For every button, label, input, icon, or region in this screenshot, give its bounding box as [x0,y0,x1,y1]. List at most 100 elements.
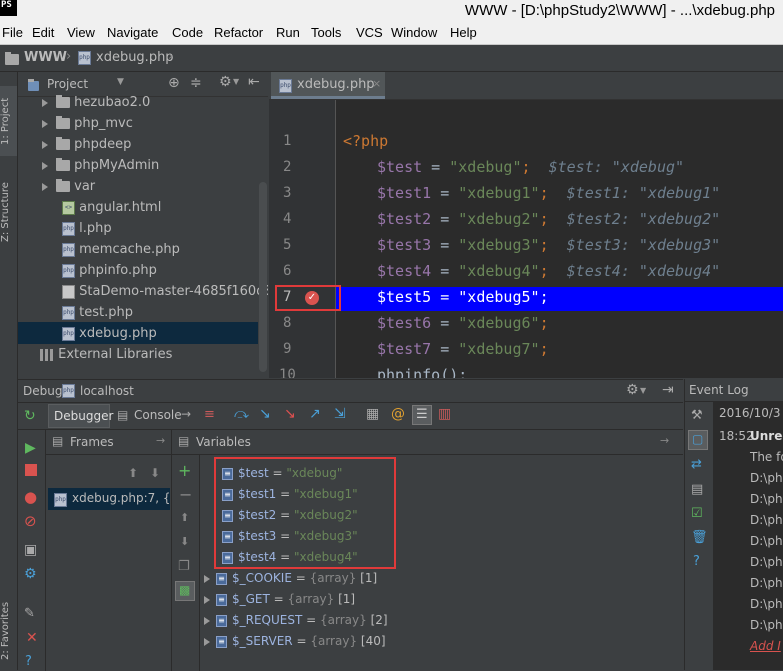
watch-icon[interactable]: @ [391,406,405,422]
tree-folder[interactable]: hezubao2.0 [42,92,150,113]
project-view-selector[interactable]: Project [47,77,88,91]
close-debug-icon[interactable]: ✕ [26,630,38,646]
pin-tab-icon[interactable]: ✎ [24,606,35,621]
mute-breakpoints-icon[interactable]: ⊘ [24,512,37,530]
tree-file[interactable]: StaDemo-master-4685f160d8210 [62,281,268,302]
menu-code[interactable]: Code [172,25,203,40]
tree-folder[interactable]: var [42,176,95,197]
array-row[interactable]: ≡ $_GET = {array} [1] [204,589,355,610]
dropdown-icon[interactable]: ▼ [640,386,646,395]
expand-arrow-icon[interactable] [204,637,210,646]
view-breakpoints-icon[interactable]: ● [24,488,37,506]
close-icon[interactable]: × [372,77,381,90]
tree-file[interactable]: php l.php [62,218,112,239]
menu-run[interactable]: Run [276,25,300,40]
help-icon[interactable]: ? [25,654,32,669]
move-down-icon[interactable]: ⬇ [180,535,189,548]
tree-folder[interactable]: php_mvc [42,113,133,134]
hide-panel-icon[interactable]: ⇥ [662,382,674,398]
checkbox-icon[interactable]: ☑ [691,506,703,521]
frames-icon: ▤ [52,434,64,448]
clipboard-icon[interactable]: ▥ [438,406,451,422]
gear-icon[interactable]: ⚙ [626,382,639,398]
tree-file[interactable]: php phpinfo.php [62,260,157,281]
tab-debugger[interactable]: Debugger [48,404,113,428]
variable-row[interactable]: ≡ $test3 = "xdebug3" [222,526,358,547]
menu-window[interactable]: Window [391,25,437,40]
evaluate-icon[interactable]: ▦ [366,406,379,422]
tree-file[interactable]: php memcache.php [62,239,180,260]
settings-icon[interactable]: ⚒ [691,408,703,423]
rerun-icon[interactable]: ↻ [24,408,36,424]
expand-arrow-icon[interactable] [204,574,210,583]
code-line: $test4 = "xdebug4"; $test4: "xdebug4" [377,262,721,280]
menu-vcs[interactable]: VCS [356,25,383,40]
event-link[interactable]: Add I [750,639,781,653]
array-row[interactable]: ≡ $_REQUEST = {array} [2] [204,610,388,631]
tree-folder[interactable]: phpMyAdmin [42,155,159,176]
tab-console[interactable]: Console [134,408,182,422]
settings-icon[interactable]: ⚙ [24,566,37,582]
soft-wrap-button[interactable]: ▢ [688,430,708,450]
variable-row[interactable]: ≡ $test4 = "xdebug4" [222,547,358,568]
mark-read-icon[interactable]: ▤ [691,482,703,497]
pin-icon[interactable]: → [181,407,191,421]
restore-layout-button[interactable]: ☰ [412,405,432,425]
step-into-icon[interactable]: ↘ [259,406,271,422]
stop-icon[interactable] [25,464,37,476]
menu-view[interactable]: View [67,25,95,40]
expand-arrow-icon[interactable] [204,616,210,625]
array-row[interactable]: ≡ $_COOKIE = {array} [1] [204,568,377,589]
menu-tools[interactable]: Tools [311,25,341,40]
help-icon[interactable]: ? [693,554,700,569]
variable-row[interactable]: ≡ $test2 = "xdebug2" [222,505,358,526]
menu-navigate[interactable]: Navigate [107,25,158,40]
tool-tab-project[interactable]: 1: Project [0,86,17,156]
tool-tab-structure[interactable]: Z: Structure [0,172,17,252]
variable-row[interactable]: ≡ $test1 = "xdebug1" [222,484,358,505]
down-arrow-icon[interactable]: ⬇ [150,466,160,480]
expand-arrow-icon[interactable] [204,595,210,604]
array-row[interactable]: ≡ $_SERVER = {array} [40] [204,631,386,652]
menu-file[interactable]: File [2,25,23,40]
remove-watch-icon[interactable]: − [179,485,192,504]
scroll-to-end-icon[interactable]: ⇄ [691,457,702,472]
debug-session-tab[interactable]: localhost [80,384,134,398]
dropdown-icon[interactable]: ▼ [233,77,239,86]
up-arrow-icon[interactable]: ⬆ [128,466,138,480]
tree-folder[interactable]: phpdeep [42,134,131,155]
step-over-icon[interactable]: ⤼ [234,406,249,422]
resume-icon[interactable]: ▶ [25,440,36,456]
show-execution-point-icon[interactable]: ≡ [204,407,215,422]
pin-icon[interactable]: → [660,434,669,447]
tree-external-libraries[interactable]: External Libraries [40,344,172,365]
tool-tab-favorites[interactable]: 2: Favorites [0,597,17,665]
collapse-icon[interactable]: ≑ [190,75,202,91]
layout-icon[interactable]: ▣ [24,542,37,558]
menu-refactor[interactable]: Refactor [214,25,263,40]
move-up-icon[interactable]: ⬆ [180,511,189,524]
gear-icon[interactable]: ⚙ [219,74,232,90]
run-to-cursor-icon[interactable]: ⇲ [334,406,346,422]
tree-file[interactable]: <> angular.html [62,197,161,218]
frame-row-selected[interactable]: php xdebug.php:7, {m [48,488,170,510]
variable-row[interactable]: ≡ $test = "xdebug" [222,463,342,484]
show-values-inline-button[interactable]: ▩ [175,581,195,601]
add-watch-icon[interactable]: + [178,461,191,480]
tree-file[interactable]: php test.php [62,302,133,323]
tree-file-selected[interactable]: php xdebug.php [62,323,157,344]
target-icon[interactable]: ⊕ [168,75,180,91]
dropdown-icon[interactable]: ▼ [117,77,124,87]
menu-help[interactable]: Help [450,25,477,40]
pin-icon[interactable]: → [156,434,165,447]
breadcrumb-root[interactable]: WWW [24,50,67,65]
tab-xdebug[interactable]: php xdebug.php × [271,72,385,99]
copy-icon[interactable]: ❐ [178,559,190,574]
trash-icon[interactable]: 🗑 [691,530,708,545]
force-step-into-icon[interactable]: ↘ [284,406,296,422]
step-out-icon[interactable]: ↗ [309,406,321,422]
hide-panel-icon[interactable]: ⇤ [248,74,260,90]
menu-edit[interactable]: Edit [32,25,54,40]
breadcrumb-file[interactable]: xdebug.php [96,50,174,65]
tree-scrollbar[interactable] [259,182,267,372]
